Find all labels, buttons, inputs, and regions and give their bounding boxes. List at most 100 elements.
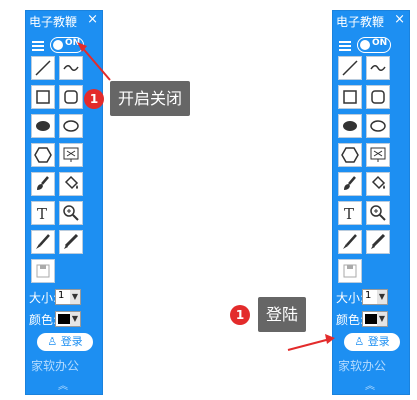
paint-bucket-icon <box>371 175 386 190</box>
color-swatch <box>365 314 377 324</box>
chevron-down-icon: ▼ <box>70 312 80 326</box>
toolbar-panel-left: 电子教鞭 × ON T 大小: 1 ▼ 颜色: ▼ ♙ 登录 家软办公 ︽ <box>25 10 103 395</box>
ellipse-tool-button[interactable] <box>366 114 390 138</box>
pen-icon <box>64 233 79 249</box>
brand-label: 家软办公 <box>338 359 387 373</box>
size-label: 大小: <box>29 291 58 305</box>
size-value: 1 <box>365 290 372 301</box>
color-label: 颜色: <box>336 313 365 327</box>
zoom-icon <box>370 205 386 221</box>
hexagon-icon <box>34 147 52 163</box>
rectangle-tool-button[interactable] <box>338 85 362 109</box>
hexagon-tool-button[interactable] <box>31 143 55 167</box>
svg-text:T: T <box>37 205 47 222</box>
rounded-rect-tool-button[interactable] <box>366 85 390 109</box>
size-value: 1 <box>58 290 65 301</box>
size-select[interactable]: 1 ▼ <box>55 289 81 305</box>
color-select[interactable]: ▼ <box>362 311 388 327</box>
toggle-label: ON <box>372 38 388 48</box>
collapse-icon[interactable]: ︽ <box>365 377 375 392</box>
zoom-tool-button[interactable] <box>366 201 390 225</box>
login-button[interactable]: ♙ 登录 <box>344 333 400 351</box>
color-swatch <box>58 314 70 324</box>
marker-tool-button[interactable] <box>31 230 55 254</box>
pen-tool-button[interactable] <box>366 230 390 254</box>
color-select[interactable]: ▼ <box>55 311 81 327</box>
filled-ellipse-tool-button[interactable] <box>31 114 55 138</box>
text-icon: T <box>37 205 47 222</box>
line-tool-button[interactable] <box>31 56 55 80</box>
color-label: 颜色: <box>29 313 58 327</box>
toggle-knob <box>360 40 370 50</box>
save-icon <box>343 264 357 278</box>
hexagon-icon <box>341 147 359 163</box>
save-tool-button[interactable] <box>31 259 55 283</box>
chevron-down-icon: ▼ <box>70 290 80 304</box>
ellipse-icon <box>370 120 386 132</box>
user-icon: ♙ <box>47 335 58 348</box>
rectangle-icon <box>343 90 357 104</box>
size-select[interactable]: 1 ▼ <box>362 289 388 305</box>
login-label: 登录 <box>367 335 390 348</box>
text-tool-button[interactable]: T <box>31 201 55 225</box>
zoom-tool-button[interactable] <box>59 201 83 225</box>
fill-tool-button[interactable] <box>59 172 83 196</box>
close-button[interactable]: × <box>394 12 405 27</box>
save-icon <box>36 264 50 278</box>
curve-icon <box>370 65 386 71</box>
screen-tool-button[interactable] <box>366 143 390 167</box>
user-icon: ♙ <box>354 335 365 348</box>
rounded-rect-tool-button[interactable] <box>59 85 83 109</box>
filled-ellipse-icon <box>343 121 357 131</box>
login-label: 登录 <box>60 335 83 348</box>
text-icon: T <box>344 205 354 222</box>
on-off-toggle[interactable]: ON <box>50 37 84 53</box>
rounded-rect-icon <box>371 90 385 104</box>
line-icon <box>35 60 51 76</box>
toggle-label: ON <box>65 38 81 48</box>
marker-icon <box>343 234 357 249</box>
screen-icon <box>63 147 79 162</box>
toolbar-panel-right: 电子教鞭 × ON T 大小: 1 ▼ 颜色: ▼ ♙ 登录 家软办公 ︽ <box>332 10 410 395</box>
toggle-callout: 开启关闭 <box>110 81 191 116</box>
curve-tool-button[interactable] <box>59 56 83 80</box>
login-button[interactable]: ♙ 登录 <box>37 333 93 351</box>
text-tool-button[interactable]: T <box>338 201 362 225</box>
line-icon <box>342 60 358 76</box>
brush-icon <box>344 176 356 190</box>
rectangle-tool-button[interactable] <box>31 85 55 109</box>
toggle-knob <box>53 40 63 50</box>
filled-ellipse-icon <box>36 121 50 131</box>
brush-tool-button[interactable] <box>338 172 362 196</box>
filled-ellipse-tool-button[interactable] <box>338 114 362 138</box>
close-button[interactable]: × <box>87 12 98 27</box>
ellipse-tool-button[interactable] <box>59 114 83 138</box>
size-label: 大小: <box>336 291 365 305</box>
chevron-down-icon: ▼ <box>377 312 387 326</box>
fill-tool-button[interactable] <box>366 172 390 196</box>
pen-tool-button[interactable] <box>59 230 83 254</box>
paint-bucket-icon <box>64 175 79 190</box>
collapse-icon[interactable]: ︽ <box>58 377 68 392</box>
menu-icon[interactable] <box>32 41 44 51</box>
pen-icon <box>371 233 386 249</box>
screen-icon <box>370 147 386 162</box>
line-tool-button[interactable] <box>338 56 362 80</box>
step-badge: 1 <box>84 89 104 109</box>
curve-icon <box>63 65 79 71</box>
svg-text:T: T <box>344 205 354 222</box>
curve-tool-button[interactable] <box>366 56 390 80</box>
screen-tool-button[interactable] <box>59 143 83 167</box>
marker-tool-button[interactable] <box>338 230 362 254</box>
rounded-rect-icon <box>64 90 78 104</box>
brush-icon <box>37 176 49 190</box>
brand-label: 家软办公 <box>31 359 80 373</box>
hexagon-tool-button[interactable] <box>338 143 362 167</box>
marker-icon <box>36 234 50 249</box>
ellipse-icon <box>63 120 79 132</box>
chevron-down-icon: ▼ <box>377 290 387 304</box>
on-off-toggle[interactable]: ON <box>357 37 391 53</box>
brush-tool-button[interactable] <box>31 172 55 196</box>
save-tool-button[interactable] <box>338 259 362 283</box>
menu-icon[interactable] <box>339 41 351 51</box>
